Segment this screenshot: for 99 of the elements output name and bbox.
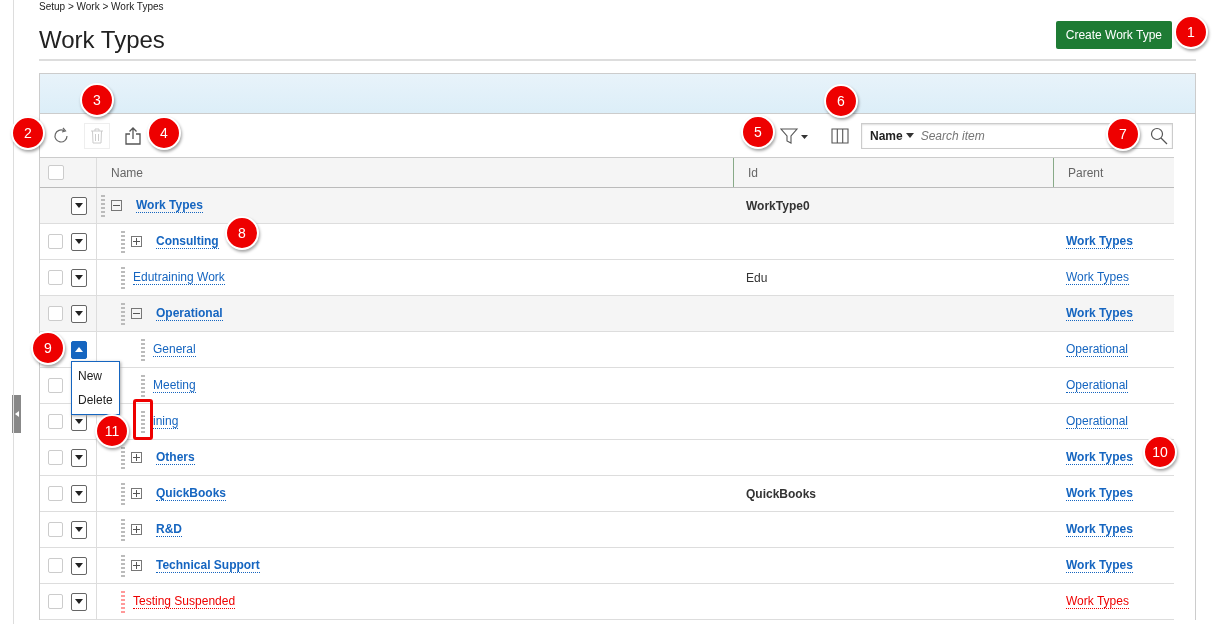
caret-down-icon xyxy=(75,491,83,496)
drag-handle-icon[interactable] xyxy=(101,194,105,217)
menu-item[interactable]: New xyxy=(72,364,119,388)
caret-down-icon xyxy=(75,203,83,208)
drag-handle-icon[interactable] xyxy=(141,374,145,397)
work-type-link[interactable]: QuickBooks xyxy=(156,486,227,501)
parent-link[interactable]: Work Types xyxy=(1066,486,1133,501)
row-checkbox[interactable] xyxy=(48,270,63,285)
caret-down-icon[interactable] xyxy=(905,133,914,138)
callout-badge: 5 xyxy=(741,115,775,149)
drag-handle-icon[interactable] xyxy=(121,302,125,325)
select-all-checkbox[interactable] xyxy=(48,165,64,180)
caret-down-icon xyxy=(75,311,83,316)
row-menu-button[interactable] xyxy=(71,268,87,287)
drag-handle-icon[interactable] xyxy=(141,410,145,433)
parent-link[interactable]: Work Types xyxy=(1066,234,1133,249)
callout-badge: 10 xyxy=(1143,435,1177,469)
work-type-link[interactable]: R&D xyxy=(156,522,182,537)
caret-left-icon xyxy=(14,411,19,417)
work-type-link[interactable]: Meeting xyxy=(153,378,196,393)
parent-link[interactable]: Work Types xyxy=(1066,594,1129,609)
caret-down-icon xyxy=(75,455,83,460)
expand-icon[interactable] xyxy=(131,524,142,535)
work-type-link[interactable]: Work Types xyxy=(136,198,203,213)
id-cell-text: Edu xyxy=(745,270,768,285)
work-type-link[interactable]: ining xyxy=(153,414,179,429)
work-type-link[interactable]: Testing Suspended xyxy=(133,594,236,609)
work-type-link[interactable]: Others xyxy=(156,450,195,465)
row-menu-button[interactable] xyxy=(71,196,87,215)
row-checkbox[interactable] xyxy=(48,378,63,393)
work-type-link[interactable]: Technical Support xyxy=(156,558,260,573)
parent-link[interactable]: Work Types xyxy=(1066,306,1133,321)
callout-badge: 2 xyxy=(11,116,45,150)
column-header[interactable]: Parent xyxy=(1054,165,1104,180)
parent-link[interactable]: Work Types xyxy=(1066,522,1133,537)
id-cell-text: QuickBooks xyxy=(745,486,817,501)
caret-down-icon xyxy=(75,527,83,532)
callout-badge: 9 xyxy=(31,331,65,365)
work-type-link[interactable]: Consulting xyxy=(156,234,219,249)
side-panel-toggle[interactable] xyxy=(12,395,21,433)
callout-badge: 11 xyxy=(95,414,129,448)
search-field-selector[interactable]: Name xyxy=(870,128,903,143)
callout-badge: 1 xyxy=(1174,15,1208,49)
expand-icon[interactable] xyxy=(131,488,142,499)
row-checkbox[interactable] xyxy=(48,522,63,537)
drag-handle-icon[interactable] xyxy=(121,518,125,541)
caret-down-icon xyxy=(75,563,83,568)
work-type-link[interactable]: Edutraining Work xyxy=(133,270,225,285)
breadcrumb: Setup > Work > Work Types xyxy=(39,0,164,14)
search-icon[interactable] xyxy=(1150,126,1168,145)
parent-link[interactable]: Operational xyxy=(1066,414,1129,429)
caret-up-icon xyxy=(75,347,83,352)
row-checkbox[interactable] xyxy=(48,594,63,609)
callout-badge: 4 xyxy=(147,116,181,150)
expand-icon[interactable] xyxy=(131,560,142,571)
parent-link[interactable]: Operational xyxy=(1066,342,1129,357)
callout-badge: 8 xyxy=(225,216,259,250)
row-menu-button[interactable] xyxy=(71,484,87,503)
row-checkbox[interactable] xyxy=(48,306,63,321)
drag-handle-icon[interactable] xyxy=(141,338,145,361)
row-menu-button[interactable] xyxy=(71,304,87,323)
parent-link[interactable]: Work Types xyxy=(1066,270,1129,285)
create-button[interactable]: Create Work Type xyxy=(1055,21,1172,49)
work-type-link[interactable]: Operational xyxy=(156,306,223,321)
callout-badge: 7 xyxy=(1106,117,1140,151)
column-header[interactable]: Name xyxy=(97,165,143,180)
caret-down-icon xyxy=(75,275,83,280)
row-checkbox[interactable] xyxy=(48,414,63,429)
caret-down-icon xyxy=(75,419,83,424)
work-type-link[interactable]: General xyxy=(153,342,196,357)
drag-handle-icon[interactable] xyxy=(121,554,125,577)
row-checkbox[interactable] xyxy=(48,486,63,501)
drag-handle-icon[interactable] xyxy=(121,230,125,253)
id-cell-text: WorkType0 xyxy=(745,198,810,213)
row-checkbox[interactable] xyxy=(48,558,63,573)
collapse-icon[interactable] xyxy=(111,200,122,211)
parent-link[interactable]: Work Types xyxy=(1066,450,1133,465)
row-menu-button[interactable] xyxy=(71,520,87,539)
column-header[interactable]: Id xyxy=(734,165,758,180)
caret-down-icon xyxy=(75,239,83,244)
menu-item[interactable]: Delete xyxy=(72,388,119,412)
row-menu-button[interactable] xyxy=(71,232,87,251)
row-checkbox[interactable] xyxy=(48,450,63,465)
expand-icon[interactable] xyxy=(131,236,142,247)
row-menu-button[interactable] xyxy=(71,448,87,467)
drag-handle-icon[interactable] xyxy=(121,446,125,469)
row-menu-button[interactable] xyxy=(71,556,87,575)
drag-handle-icon[interactable] xyxy=(121,482,125,505)
parent-link[interactable]: Work Types xyxy=(1066,558,1133,573)
page-title: Work Types xyxy=(39,26,165,54)
drag-handle-icon[interactable] xyxy=(121,266,125,289)
parent-link[interactable]: Operational xyxy=(1066,378,1129,393)
row-menu-button[interactable] xyxy=(71,592,87,611)
caret-down-icon xyxy=(75,599,83,604)
collapse-icon[interactable] xyxy=(131,308,142,319)
row-checkbox[interactable] xyxy=(48,234,63,249)
highlight-frame xyxy=(133,399,153,440)
expand-icon[interactable] xyxy=(131,452,142,463)
drag-handle-icon[interactable] xyxy=(121,590,125,613)
